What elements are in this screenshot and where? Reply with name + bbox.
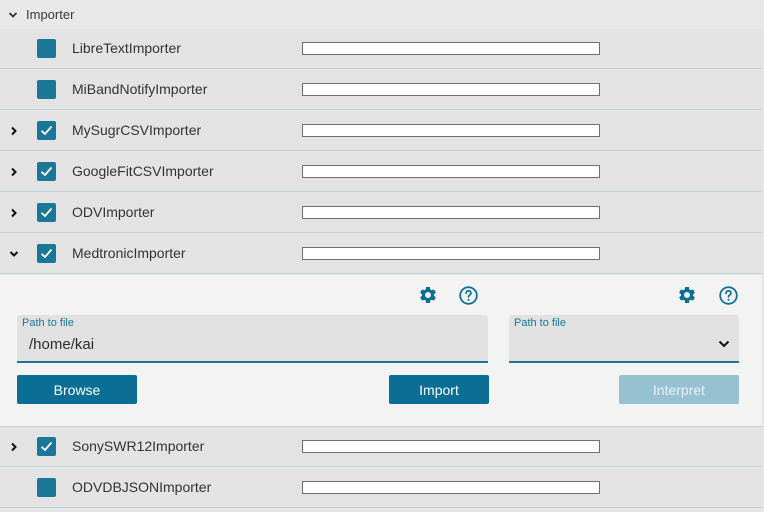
help-circle-icon[interactable] [717,284,739,306]
chevron-down-icon[interactable] [7,247,21,261]
importer-row-mibandnotify: MiBandNotifyImporter [0,70,762,110]
importer-row-sonyswr12: SonySWR12Importer [0,427,762,467]
import-progress-bar [302,440,600,453]
import-progress-bar [302,124,600,137]
import-progress-bar [302,247,600,260]
importer-row-mysugrcsv: MySugrCSVImporter [0,111,762,151]
path-to-file-value[interactable]: /home/kai [29,336,94,353]
browse-button[interactable]: Browse [17,375,137,404]
chevron-down-icon[interactable] [8,10,18,20]
import-button[interactable]: Import [389,375,489,404]
importer-name: ODVImporter [72,204,155,220]
importer-checkbox[interactable] [37,80,56,99]
medtronic-import-panel: Path to file /home/kai Path to file Brow… [0,275,762,427]
importer-checkbox[interactable] [37,121,56,140]
help-circle-icon[interactable] [457,284,479,306]
chevron-right-icon[interactable] [7,440,21,454]
importer-checkbox[interactable] [37,478,56,497]
importer-row-odv: ODVImporter [0,193,762,233]
importer-checkbox[interactable] [37,39,56,58]
importer-row-medtronic: MedtronicImporter [0,234,762,274]
importer-name: LibreTextImporter [72,40,181,56]
importer-section-header[interactable]: Importer [0,0,762,30]
importer-name: MiBandNotifyImporter [72,81,208,97]
path-to-file-label: Path to file [22,317,74,329]
import-progress-bar [302,481,600,494]
interpret-button: Interpret [619,375,739,404]
gear-icon[interactable] [417,284,439,306]
importer-checkbox[interactable] [37,203,56,222]
gear-icon[interactable] [676,284,698,306]
import-progress-bar [302,83,600,96]
import-progress-bar [302,165,600,178]
chevron-right-icon[interactable] [7,165,21,179]
importer-checkbox[interactable] [37,244,56,263]
path-to-file-field[interactable]: Path to file /home/kai [17,315,488,363]
importer-checkbox[interactable] [37,437,56,456]
importer-name: ODVDBJSONImporter [72,479,212,495]
import-progress-bar [302,42,600,55]
chevron-right-icon[interactable] [7,206,21,220]
chevron-down-icon[interactable] [717,339,731,349]
importer-row-odvdbjson: ODVDBJSONImporter [0,468,762,508]
importer-name: GoogleFitCSVImporter [72,163,214,179]
importer-checkbox[interactable] [37,162,56,181]
importer-name: SonySWR12Importer [72,438,205,454]
import-progress-bar [302,206,600,219]
section-title: Importer [26,7,75,22]
importer-row-libretext: LibreTextImporter [0,29,762,69]
chevron-right-icon[interactable] [7,124,21,138]
importer-name: MySugrCSVImporter [72,122,202,138]
importer-name: MedtronicImporter [72,245,186,261]
importer-row-googlefitcsv: GoogleFitCSVImporter [0,152,762,192]
path-to-file-label: Path to file [514,317,566,329]
path-to-file-select[interactable]: Path to file [509,315,739,363]
